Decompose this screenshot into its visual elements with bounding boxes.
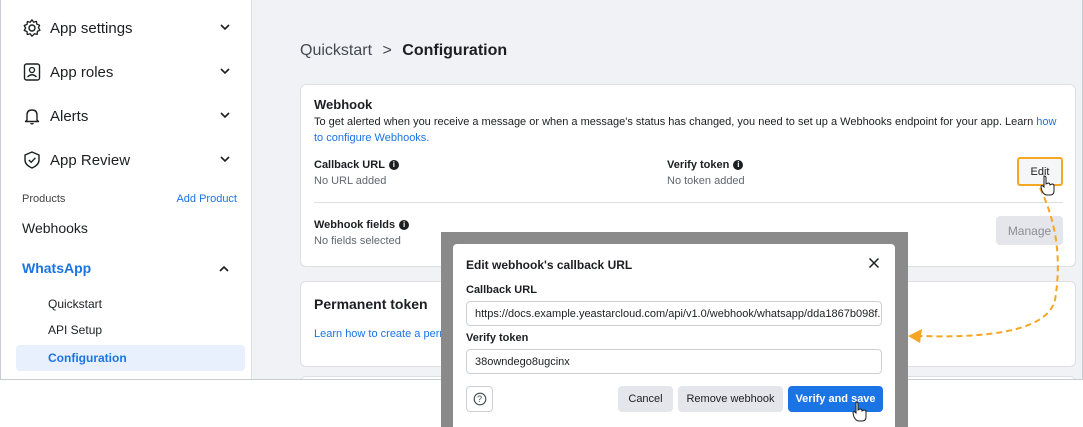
- products-header: Products Add Product: [22, 193, 237, 205]
- chevron-down-icon: [220, 156, 230, 163]
- breadcrumb-current: Configuration: [402, 42, 508, 59]
- add-product-link[interactable]: Add Product: [176, 193, 237, 205]
- sidebar-subitem-api-setup[interactable]: API Setup: [48, 323, 102, 337]
- verify-token-input[interactable]: 38owndego8ugcinx: [466, 349, 882, 374]
- divider: [314, 202, 1063, 203]
- manage-button[interactable]: Manage: [996, 216, 1063, 245]
- callback-url-input[interactable]: https://docs.example.yeastarcloud.com/ap…: [466, 301, 882, 326]
- webhook-title: Webhook: [314, 97, 373, 112]
- webhook-fields-label-text: Webhook fields: [314, 219, 396, 231]
- chevron-up-icon: [219, 265, 229, 272]
- callback-url-label-text: Callback URL: [314, 159, 385, 171]
- sidebar-item-webhooks[interactable]: Webhooks: [22, 220, 88, 236]
- sidebar-item-label: WhatsApp: [22, 260, 92, 276]
- info-icon[interactable]: i: [388, 160, 399, 170]
- permanent-token-title: Permanent token: [314, 296, 428, 312]
- help-label: ?: [476, 394, 482, 404]
- sidebar-item-app-review[interactable]: App Review: [22, 145, 237, 175]
- edit-button[interactable]: Edit: [1017, 157, 1063, 186]
- close-icon[interactable]: [867, 256, 881, 270]
- sidebar-item-app-settings[interactable]: App settings: [22, 13, 237, 43]
- breadcrumb-parent[interactable]: Quickstart: [300, 42, 372, 59]
- id-badge-icon: [22, 62, 42, 82]
- webhook-fields-value: No fields selected: [314, 235, 401, 247]
- cancel-button[interactable]: Cancel: [618, 386, 673, 412]
- verify-token-label-text: Verify token: [667, 159, 730, 171]
- help-button[interactable]: ?: [466, 386, 493, 412]
- modal-callback-url-label: Callback URL: [466, 284, 537, 296]
- webhook-description-text: To get alerted when you receive a messag…: [314, 116, 1034, 128]
- sidebar-item-label: Alerts: [50, 107, 89, 125]
- sidebar-item-label: App settings: [50, 19, 133, 37]
- sidebar-item-label: App roles: [50, 63, 114, 81]
- sidebar-item-app-roles[interactable]: App roles: [22, 57, 237, 87]
- chevron-down-icon: [220, 24, 230, 31]
- callback-url-label: Callback URL i: [314, 159, 399, 171]
- remove-webhook-button[interactable]: Remove webhook: [678, 386, 783, 412]
- webhook-description: To get alerted when you receive a messag…: [314, 114, 1062, 146]
- edit-callback-modal: Edit webhook's callback URL Callback URL…: [453, 244, 895, 427]
- products-label: Products: [22, 193, 66, 205]
- sidebar-item-alerts[interactable]: Alerts: [22, 101, 237, 131]
- create-token-link[interactable]: Learn how to create a perma: [314, 328, 455, 340]
- bell-icon: [22, 106, 42, 126]
- sidebar-item-whatsapp[interactable]: WhatsApp: [22, 260, 237, 276]
- modal-title: Edit webhook's callback URL: [466, 258, 633, 272]
- gear-icon: [22, 18, 42, 38]
- breadcrumb-separator: >: [382, 42, 392, 59]
- sidebar: App settings App roles Alerts App Review: [1, 0, 252, 379]
- info-icon[interactable]: i: [399, 220, 410, 230]
- info-icon[interactable]: i: [733, 160, 744, 170]
- verify-and-save-button[interactable]: Verify and save: [788, 386, 883, 412]
- chevron-down-icon: [220, 112, 230, 119]
- sidebar-item-label: App Review: [50, 151, 131, 169]
- sidebar-subitem-configuration[interactable]: Configuration: [16, 345, 245, 371]
- sidebar-subitem-label: Configuration: [48, 351, 127, 365]
- chevron-down-icon: [220, 68, 230, 75]
- callback-url-value: No URL added: [314, 175, 387, 187]
- webhook-fields-label: Webhook fields i: [314, 219, 410, 231]
- shield-check-icon: [22, 150, 42, 170]
- modal-verify-token-label: Verify token: [466, 332, 529, 344]
- sidebar-subitem-quickstart[interactable]: Quickstart: [48, 297, 102, 311]
- verify-token-value: No token added: [667, 175, 745, 187]
- verify-token-label: Verify token i: [667, 159, 744, 171]
- breadcrumb: Quickstart > Configuration: [300, 42, 507, 60]
